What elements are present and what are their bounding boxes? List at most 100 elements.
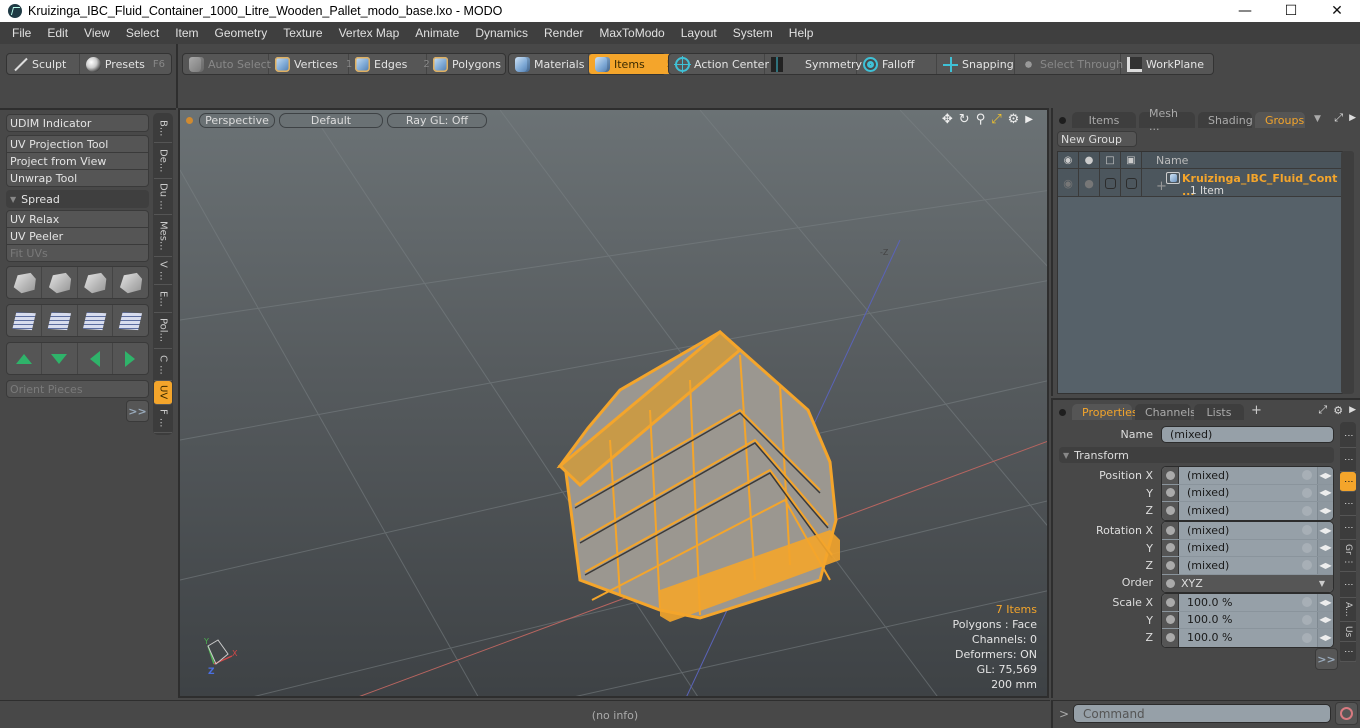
falloff-button[interactable]: Falloff (857, 54, 937, 74)
side-tab-4[interactable]: ⋮ (1340, 492, 1356, 516)
vtab-curve[interactable]: C ... (154, 349, 172, 381)
menu-animate[interactable]: Animate (407, 26, 467, 40)
materials-button[interactable]: Materials (509, 54, 589, 74)
keyframe-toggle[interactable] (1162, 522, 1179, 539)
render-camera-icon[interactable]: ● (1079, 151, 1100, 169)
polygons-button[interactable]: Polygons (427, 54, 507, 74)
keyframe-toggle[interactable] (1162, 594, 1179, 611)
uv-projection-tool-button[interactable]: UV Projection Tool (6, 135, 149, 153)
position-x-field[interactable]: (mixed) ◀▶ (1162, 467, 1333, 485)
keyframe-toggle[interactable] (1162, 467, 1179, 484)
visibility-eye-icon[interactable]: ◉ (1058, 151, 1079, 169)
keyframe-toggle[interactable] (1162, 629, 1179, 647)
scale-x-field[interactable]: 100.0 % ◀▶ (1162, 594, 1333, 612)
name-field[interactable]: (mixed) (1161, 426, 1334, 443)
viewport-menu-dot[interactable] (186, 116, 193, 124)
3d-viewport[interactable]: -Z Perspective Default Ray GL: Off ✥ ↻ ⚲… (178, 108, 1049, 698)
uv-perspective-tool[interactable] (78, 305, 113, 336)
row-visibility-eye-icon[interactable]: ◉ (1058, 169, 1079, 197)
tab-items[interactable]: Items (1072, 112, 1136, 128)
orbit-icon[interactable]: ↻ (959, 112, 970, 127)
side-tab-5[interactable]: ⋮ (1340, 516, 1356, 540)
record-macro-button[interactable] (1335, 702, 1358, 725)
order-dropdown[interactable]: XYZ ▼ (1162, 574, 1333, 592)
drag-spinner-icon[interactable]: ◀▶ (1317, 539, 1333, 556)
drag-spinner-icon[interactable]: ◀▶ (1317, 467, 1333, 484)
panel-maximize-icon[interactable]: ⤢ (1334, 111, 1343, 125)
more-properties-button[interactable]: >> (1315, 648, 1338, 670)
transform-section[interactable]: ▼ Transform (1059, 447, 1334, 463)
menu-edit[interactable]: Edit (39, 26, 76, 40)
drag-spinner-icon[interactable]: ◀▶ (1317, 594, 1333, 611)
menu-texture[interactable]: Texture (275, 26, 330, 40)
position-y-field[interactable]: (mixed) ◀▶ (1162, 484, 1333, 502)
items-button[interactable]: Items 5 (589, 54, 680, 74)
vtab-duplicate[interactable]: Du ... (154, 179, 172, 215)
raygl-toggle[interactable]: Ray GL: Off (387, 112, 487, 128)
symmetry-button[interactable]: Symmetry (765, 54, 862, 74)
pan-icon[interactable]: ✥ (942, 112, 953, 127)
group-row[interactable]: ◉ ● + Kruizinga_IBC_Fluid_Cont ... 1 Ite… (1058, 169, 1342, 198)
vtab-vertex[interactable]: V ... (154, 257, 172, 285)
tab-properties[interactable]: Properties (1072, 404, 1138, 420)
viewport-expand-arrow-icon[interactable]: ▶ (1025, 114, 1033, 125)
drag-spinner-icon[interactable]: ◀▶ (1317, 502, 1333, 520)
side-tab-groups[interactable]: Gr ⋮ (1340, 540, 1356, 572)
orient-pieces-button[interactable]: Orient Pieces (6, 380, 149, 398)
new-group-button[interactable]: New Group (1057, 131, 1137, 147)
panel-menu-dot[interactable] (1059, 409, 1066, 416)
fit-uvs-button[interactable]: Fit UVs (6, 244, 149, 262)
uv-scale-tool[interactable] (78, 267, 113, 298)
menu-file[interactable]: File (4, 26, 39, 40)
action-center-button[interactable]: Action Center (669, 54, 769, 74)
uv-rotate-tool[interactable] (42, 267, 78, 298)
drag-spinner-icon[interactable]: ◀▶ (1317, 557, 1333, 574)
uv-peeler-button[interactable]: UV Peeler (6, 227, 149, 245)
row-render-camera-icon[interactable]: ● (1079, 169, 1100, 197)
shading-style-dropdown[interactable]: Default (279, 112, 383, 128)
menu-item[interactable]: Item (167, 26, 206, 40)
menu-maxtomodo[interactable]: MaxToModo (591, 26, 672, 40)
tab-shading[interactable]: Shading (1198, 112, 1253, 128)
udim-indicator-button[interactable]: UDIM Indicator (6, 114, 149, 132)
side-tab-7[interactable]: ⋮ (1340, 572, 1356, 598)
keyframe-toggle[interactable] (1162, 502, 1179, 520)
maximize-viewport-icon[interactable]: ⤢ (991, 112, 1001, 127)
menu-select[interactable]: Select (118, 26, 167, 40)
vtab-uv[interactable]: UV (154, 381, 172, 405)
row-select-toggle[interactable] (1121, 169, 1142, 197)
rotation-y-field[interactable]: (mixed) ◀▶ (1162, 539, 1333, 557)
side-tab-10[interactable]: ⋮ (1340, 642, 1356, 662)
vtab-polygon[interactable]: Pol... (154, 313, 172, 349)
vtab-basic[interactable]: B... (154, 115, 172, 143)
project-from-view-button[interactable]: Project from View (6, 152, 149, 170)
side-tab-3[interactable]: ⋮ (1340, 472, 1356, 492)
drag-spinner-icon[interactable]: ◀▶ (1317, 629, 1333, 647)
vtab-fusion[interactable]: F ... (154, 405, 172, 433)
drag-spinner-icon[interactable]: ◀▶ (1317, 611, 1333, 628)
vtab-edge[interactable]: E... (154, 285, 172, 313)
workplane-button[interactable]: WorkPlane (1121, 54, 1213, 74)
maximize-button[interactable]: ☐ (1268, 0, 1314, 22)
more-tools-button[interactable]: >> (126, 400, 149, 422)
panel-gear-icon[interactable]: ⚙ (1333, 404, 1343, 417)
lock-cube-icon[interactable]: □ (1100, 151, 1121, 169)
uv-move-tool[interactable] (7, 267, 43, 298)
add-tab-plus-icon[interactable]: + (1251, 403, 1262, 418)
side-tab-1[interactable]: ⋮ (1340, 424, 1356, 448)
drag-spinner-icon[interactable]: ◀▶ (1317, 522, 1333, 539)
panel-maximize-icon[interactable]: ⤢ (1318, 403, 1327, 417)
edges-button[interactable]: Edges 2 (349, 54, 430, 74)
scale-z-field[interactable]: 100.0 % ◀▶ (1162, 629, 1333, 647)
tab-lists[interactable]: Lists (1194, 404, 1244, 420)
keyframe-toggle[interactable] (1162, 557, 1179, 574)
menu-system[interactable]: System (725, 26, 781, 40)
menu-vertex-map[interactable]: Vertex Map (331, 26, 408, 40)
command-input[interactable]: Command (1073, 704, 1331, 723)
select-through-button[interactable]: Select Through (1015, 54, 1123, 74)
keyframe-toggle[interactable] (1162, 611, 1179, 628)
minimize-button[interactable]: — (1222, 0, 1268, 22)
auto-select-button[interactable]: Auto Select (183, 54, 271, 74)
panel-menu-dot[interactable] (1059, 117, 1066, 124)
uv-flip-tool[interactable] (113, 267, 148, 298)
